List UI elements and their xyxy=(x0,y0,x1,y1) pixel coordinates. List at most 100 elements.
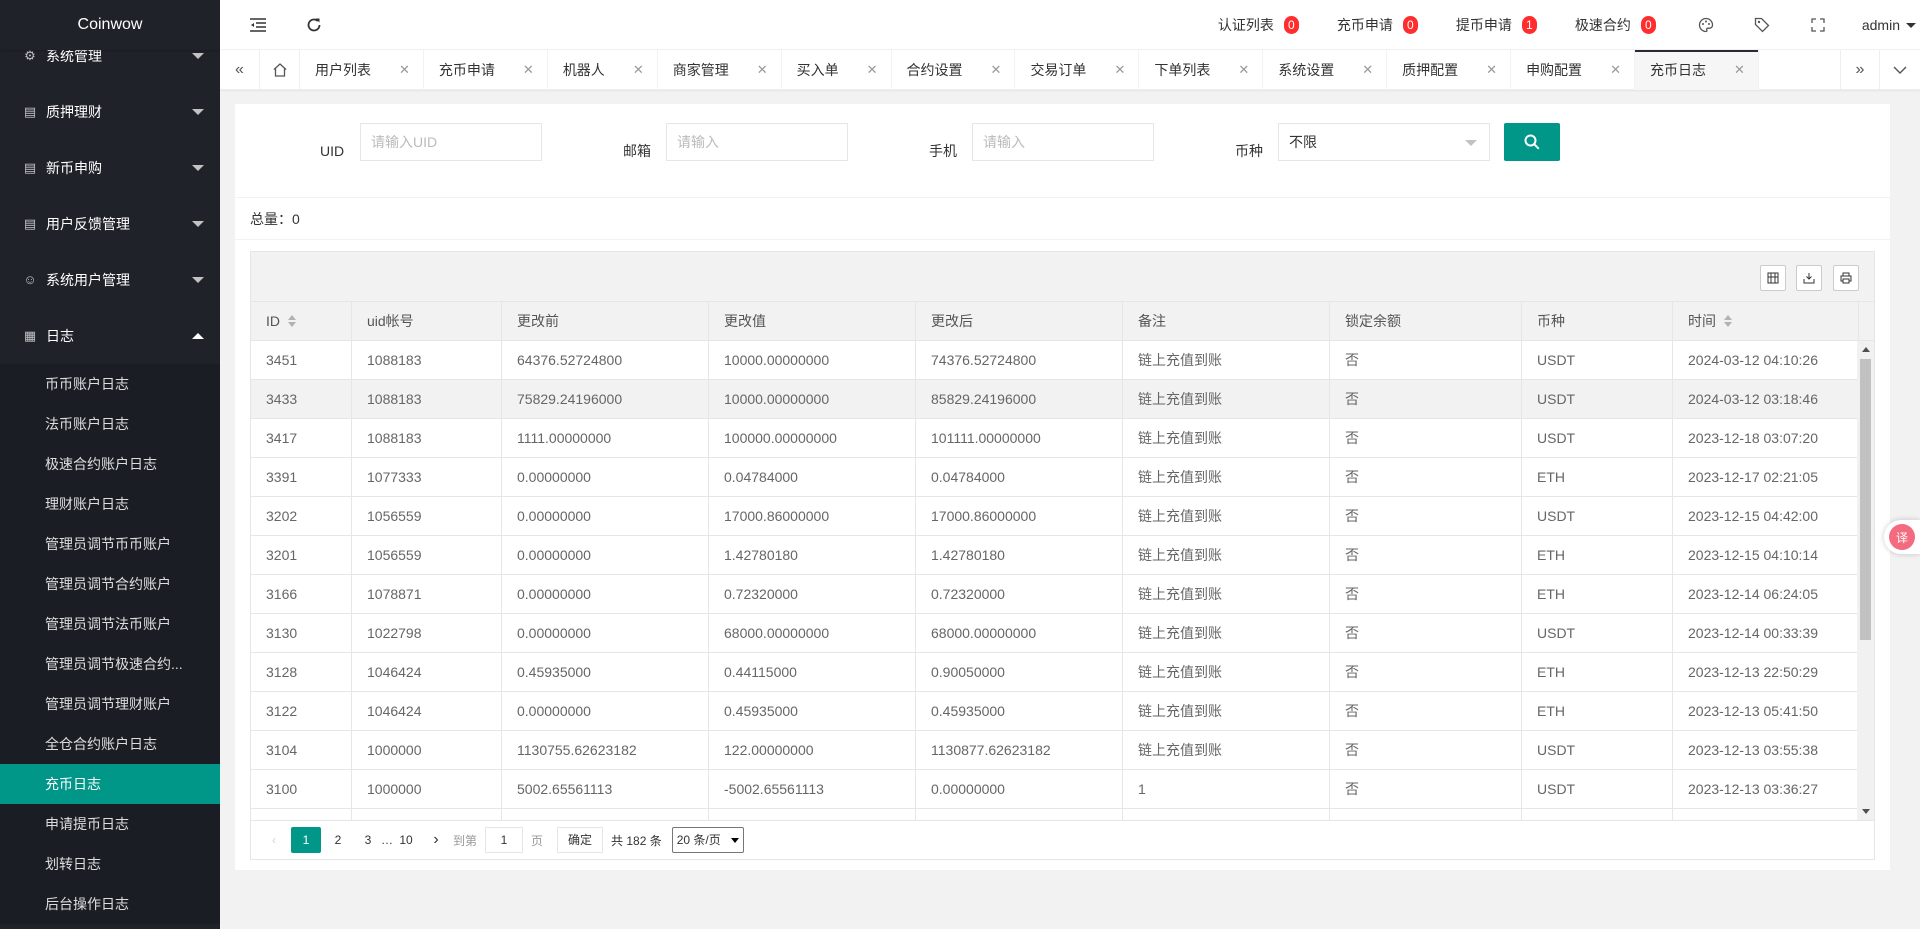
page-button-1[interactable]: 1 xyxy=(291,827,321,853)
close-icon[interactable]: ✕ xyxy=(991,50,1002,90)
email-input[interactable] xyxy=(666,123,848,161)
goto-page-input[interactable]: 1 xyxy=(485,827,524,853)
sidebar-item-admin-contract[interactable]: 管理员调节合约账户 xyxy=(0,564,220,604)
tab-trade-orders[interactable]: 交易订单 ✕ xyxy=(1015,50,1140,90)
menu-group-sys-users[interactable]: ☺ 系统用户管理 xyxy=(0,252,220,308)
chevron-up-icon xyxy=(192,333,204,339)
table-row[interactable]: 3104 1000000 1130755.62623182 122.00000000 1… xyxy=(251,731,1874,770)
close-icon[interactable]: ✕ xyxy=(1486,50,1497,90)
sort-icon[interactable] xyxy=(288,315,296,327)
col-time[interactable]: 时间 xyxy=(1673,302,1859,340)
sidebar-item-withdraw-log[interactable]: 申请提币日志 xyxy=(0,804,220,844)
sidebar-item-admin-spot[interactable]: 管理员调节币币账户 xyxy=(0,524,220,564)
tab-contract-settings[interactable]: 合约设置 ✕ xyxy=(892,50,1016,90)
table-scrollbar[interactable] xyxy=(1857,341,1874,820)
table-row[interactable]: 3128 1046424 0.45935000 0.44115000 0.9005000… xyxy=(251,653,1874,692)
sidebar-item-transfer-log[interactable]: 划转日志 xyxy=(0,844,220,884)
scroll-up-icon[interactable] xyxy=(1862,347,1870,352)
sidebar-item-fast-contract-log[interactable]: 极速合约账户日志 xyxy=(0,444,220,484)
columns-filter-icon[interactable] xyxy=(1760,265,1786,291)
close-icon[interactable]: ✕ xyxy=(1362,50,1373,90)
tab-deposit-apply[interactable]: 充币申请 ✕ xyxy=(424,50,548,90)
refresh-icon[interactable] xyxy=(304,15,324,35)
table-row[interactable]: 3130 1022798 0.00000000 68000.00000000 68000… xyxy=(251,614,1874,653)
sidebar-item-cross-contract-log[interactable]: 全仓合约账户日志 xyxy=(0,724,220,764)
close-icon[interactable]: ✕ xyxy=(1114,50,1125,90)
table-row[interactable]: 3391 1077333 0.00000000 0.04784000 0.0478400… xyxy=(251,458,1874,497)
tab-deposit-log[interactable]: 充币日志 ✕ xyxy=(1634,50,1759,90)
close-icon[interactable]: ✕ xyxy=(1238,50,1249,90)
close-icon[interactable]: ✕ xyxy=(867,50,878,90)
logs-submenu: 币币账户日志 法币账户日志 极速合约账户日志 理财账户日志 管理员调节币币账户 … xyxy=(0,364,220,924)
export-icon[interactable] xyxy=(1796,265,1822,291)
tag-icon[interactable] xyxy=(1752,15,1772,35)
close-icon[interactable]: ✕ xyxy=(1610,50,1621,90)
menu-group-feedback[interactable]: ▤ 用户反馈管理 xyxy=(0,196,220,252)
menu-group-new-coin[interactable]: ▤ 新币申购 xyxy=(0,140,220,196)
sidebar-item-admin-finance[interactable]: 管理员调节理财账户 xyxy=(0,684,220,724)
tabs-menu-chevron-down-icon[interactable] xyxy=(1880,50,1920,90)
sidebar-item-admin-fast-contract[interactable]: 管理员调节极速合约... xyxy=(0,644,220,684)
goto-confirm-button[interactable]: 确定 xyxy=(557,827,604,853)
sidebar-item-admin-ops-log[interactable]: 后台操作日志 xyxy=(0,884,220,924)
tabs-scroll-left-icon[interactable]: « xyxy=(220,50,260,90)
tabs-scroll-right-icon[interactable]: » xyxy=(1840,50,1880,90)
page-size-select[interactable]: 20 条/页 xyxy=(671,827,744,853)
close-icon[interactable]: ✕ xyxy=(633,50,644,90)
tab-order-list[interactable]: 下单列表 ✕ xyxy=(1139,50,1264,90)
table-row[interactable]: 309710000002.445611135000.210000005002.6… xyxy=(251,809,1874,820)
next-page-icon[interactable]: › xyxy=(423,827,449,853)
sidebar-item-deposit-log[interactable]: 充币日志 xyxy=(0,764,220,804)
tab-system-settings[interactable]: 系统设置 ✕ xyxy=(1263,50,1388,90)
phone-input[interactable] xyxy=(972,123,1154,161)
table-row[interactable]: 3122 1046424 0.00000000 0.45935000 0.4593500… xyxy=(251,692,1874,731)
page-button-last[interactable]: 10 xyxy=(393,827,419,853)
col-id[interactable]: ID xyxy=(251,302,352,340)
header-link-kyc[interactable]: 认证列表 0 xyxy=(1218,15,1299,35)
scrollbar-thumb[interactable] xyxy=(1860,359,1871,640)
close-icon[interactable]: ✕ xyxy=(399,50,410,90)
tab-user-list[interactable]: 用户列表 ✕ xyxy=(300,50,424,90)
app-logo[interactable]: Coinwow xyxy=(0,0,220,50)
close-icon[interactable]: ✕ xyxy=(1734,50,1745,90)
sidebar-item-fiat-log[interactable]: 法币账户日志 xyxy=(0,404,220,444)
tab-merchant[interactable]: 商家管理 ✕ xyxy=(658,50,782,90)
close-icon[interactable]: ✕ xyxy=(757,50,768,90)
page-button-2[interactable]: 2 xyxy=(325,827,351,853)
translate-float-button[interactable]: 译 xyxy=(1884,520,1920,554)
header-link-withdraw[interactable]: 提币申请 1 xyxy=(1456,15,1537,35)
page-tabs: « 用户列表 ✕ 充币申请 ✕ 机器人 ✕ 商家管理 ✕ 买入单 ✕ 合约设置 ✕ 交易订单… xyxy=(220,50,1920,90)
tab-robot[interactable]: 机器人 ✕ xyxy=(548,50,658,90)
home-icon[interactable] xyxy=(260,50,300,90)
theme-icon[interactable] xyxy=(1696,15,1716,35)
prev-page-icon[interactable]: ‹ xyxy=(261,827,287,853)
close-icon[interactable]: ✕ xyxy=(523,50,534,90)
tab-subscribe-config[interactable]: 申购配置 ✕ xyxy=(1511,50,1635,90)
menu-group-logs[interactable]: ▦ 日志 xyxy=(0,308,220,364)
uid-input[interactable] xyxy=(360,123,542,161)
coin-select[interactable]: 不限 xyxy=(1278,123,1490,161)
menu-group-staking[interactable]: ▤ 质押理财 xyxy=(0,84,220,140)
fullscreen-icon[interactable] xyxy=(1808,15,1828,35)
table-row[interactable]: 3433 1088183 75829.24196000 10000.00000000 8… xyxy=(251,380,1874,419)
page-button-3[interactable]: 3 xyxy=(355,827,381,853)
sidebar-item-spot-log[interactable]: 币币账户日志 xyxy=(0,364,220,404)
tab-buy-orders[interactable]: 买入单 ✕ xyxy=(782,50,892,90)
table-row[interactable]: 3166 1078871 0.00000000 0.72320000 0.7232000… xyxy=(251,575,1874,614)
sidebar-item-finance-log[interactable]: 理财账户日志 xyxy=(0,484,220,524)
table-row[interactable]: 3201 1056559 0.00000000 1.42780180 1.4278018… xyxy=(251,536,1874,575)
scroll-down-icon[interactable] xyxy=(1862,809,1870,814)
table-row[interactable]: 3100 1000000 5002.65561113 -5002.65561113 0.… xyxy=(251,770,1874,809)
table-row[interactable]: 3202 1056559 0.00000000 17000.86000000 17000… xyxy=(251,497,1874,536)
table-row[interactable]: 3451 1088183 64376.52724800 10000.00000000 7… xyxy=(251,341,1874,380)
search-button[interactable] xyxy=(1504,123,1560,161)
sort-icon[interactable] xyxy=(1724,315,1732,327)
user-menu[interactable]: admin xyxy=(1862,17,1916,33)
tab-staking-config[interactable]: 质押配置 ✕ xyxy=(1387,50,1512,90)
header-link-deposit[interactable]: 充币申请 0 xyxy=(1337,15,1418,35)
menu-toggle-icon[interactable] xyxy=(248,15,268,35)
print-icon[interactable] xyxy=(1833,265,1859,291)
table-row[interactable]: 3417 1088183 1111.00000000 100000.00000000 1… xyxy=(251,419,1874,458)
header-link-fast-contract[interactable]: 极速合约 0 xyxy=(1575,15,1656,35)
sidebar-item-admin-fiat[interactable]: 管理员调节法币账户 xyxy=(0,604,220,644)
